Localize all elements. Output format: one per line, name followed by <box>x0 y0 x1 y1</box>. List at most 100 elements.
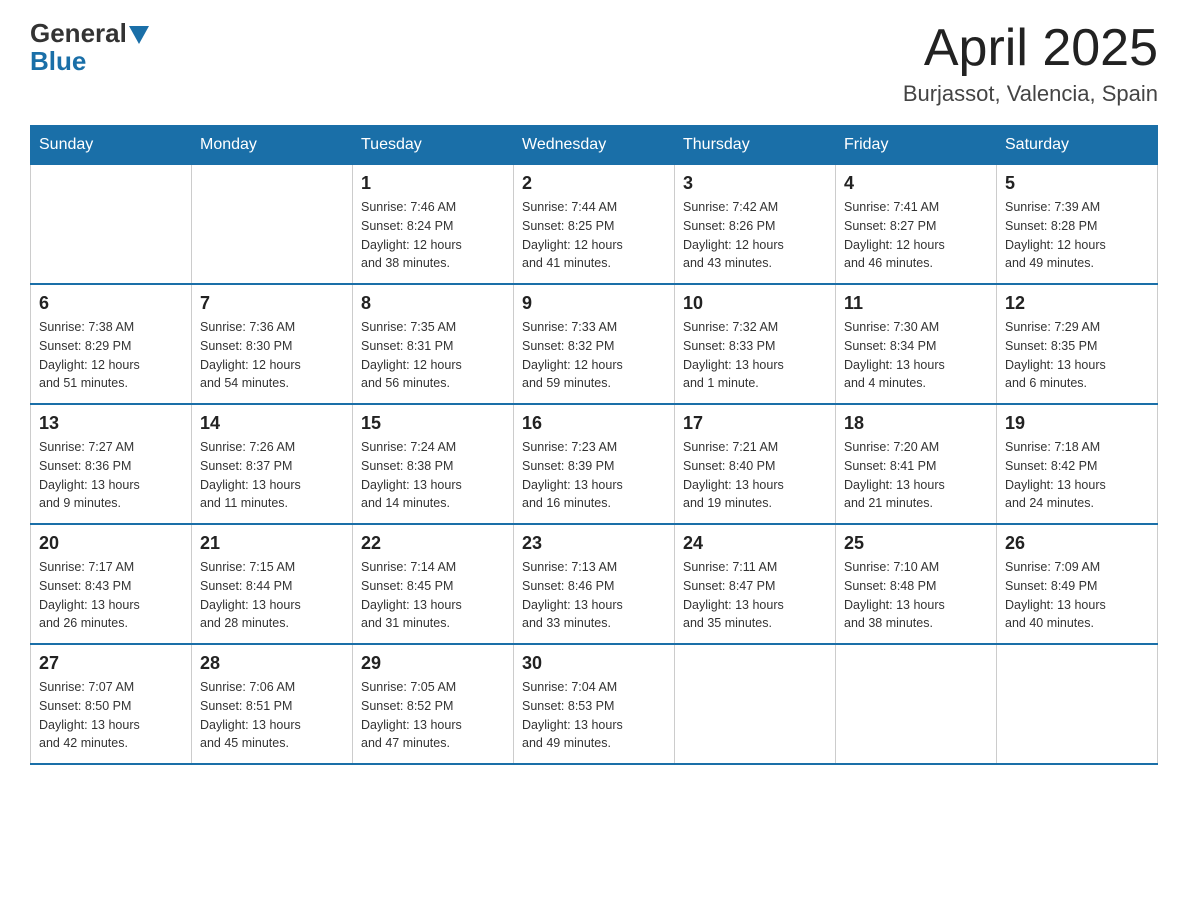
calendar-week-5: 27Sunrise: 7:07 AM Sunset: 8:50 PM Dayli… <box>31 644 1158 764</box>
calendar-cell: 26 Sunrise: 7:09 AM Sunset: 8:49 PM Dayli… <box>997 524 1158 644</box>
day-number: 2 <box>522 173 666 194</box>
calendar-cell: 10 Sunrise: 7:32 AM Sunset: 8:33 PM Dayli… <box>675 284 836 404</box>
calendar-cell: 16 Sunrise: 7:23 AM Sunset: 8:39 PM Dayli… <box>514 404 675 524</box>
day-info: Sunrise: 7:10 AM Sunset: 8:48 PM Dayligh… <box>844 558 988 633</box>
calendar-cell: 12Sunrise: 7:29 AM Sunset: 8:35 PM Dayli… <box>997 284 1158 404</box>
calendar-cell: 4 Sunrise: 7:41 AM Sunset: 8:27 PM Daylig… <box>836 165 997 285</box>
calendar-cell <box>192 165 353 285</box>
calendar-week-3: 13 Sunrise: 7:27 AM Sunset: 8:36 PM Dayli… <box>31 404 1158 524</box>
calendar-cell: 17 Sunrise: 7:21 AM Sunset: 8:40 PM Dayli… <box>675 404 836 524</box>
calendar-cell: 7Sunrise: 7:36 AM Sunset: 8:30 PM Daylig… <box>192 284 353 404</box>
logo: General Blue <box>30 20 151 77</box>
day-number: 4 <box>844 173 988 194</box>
title-area: April 2025 Burjassot, Valencia, Spain <box>903 20 1158 107</box>
day-info: Sunrise: 7:27 AM Sunset: 8:36 PM Dayligh… <box>39 438 183 513</box>
day-number: 13 <box>39 413 183 434</box>
calendar-week-2: 6 Sunrise: 7:38 AM Sunset: 8:29 PM Daylig… <box>31 284 1158 404</box>
day-info: Sunrise: 7:33 AM Sunset: 8:32 PM Dayligh… <box>522 318 666 393</box>
day-number: 15 <box>361 413 505 434</box>
day-number: 5 <box>1005 173 1149 194</box>
calendar-cell: 18 Sunrise: 7:20 AM Sunset: 8:41 PM Dayli… <box>836 404 997 524</box>
day-info: Sunrise: 7:30 AM Sunset: 8:34 PM Dayligh… <box>844 318 988 393</box>
location-title: Burjassot, Valencia, Spain <box>903 81 1158 107</box>
logo-triangle-icon <box>129 26 149 44</box>
page-header: General Blue April 2025 Burjassot, Valen… <box>30 20 1158 107</box>
calendar-cell: 5 Sunrise: 7:39 AM Sunset: 8:28 PM Daylig… <box>997 165 1158 285</box>
calendar-cell: 27Sunrise: 7:07 AM Sunset: 8:50 PM Dayli… <box>31 644 192 764</box>
day-info: Sunrise: 7:06 AM Sunset: 8:51 PM Dayligh… <box>200 678 344 753</box>
calendar-cell: 15 Sunrise: 7:24 AM Sunset: 8:38 PM Dayli… <box>353 404 514 524</box>
calendar-cell <box>997 644 1158 764</box>
day-info: Sunrise: 7:35 AM Sunset: 8:31 PM Dayligh… <box>361 318 505 393</box>
calendar-cell: 29 Sunrise: 7:05 AM Sunset: 8:52 PM Dayli… <box>353 644 514 764</box>
day-number: 9 <box>522 293 666 314</box>
calendar-week-4: 20Sunrise: 7:17 AM Sunset: 8:43 PM Dayli… <box>31 524 1158 644</box>
day-number: 14 <box>200 413 344 434</box>
day-info: Sunrise: 7:13 AM Sunset: 8:46 PM Dayligh… <box>522 558 666 633</box>
calendar-cell: 21 Sunrise: 7:15 AM Sunset: 8:44 PM Dayli… <box>192 524 353 644</box>
day-info: Sunrise: 7:05 AM Sunset: 8:52 PM Dayligh… <box>361 678 505 753</box>
day-number: 29 <box>361 653 505 674</box>
calendar-cell: 14Sunrise: 7:26 AM Sunset: 8:37 PM Dayli… <box>192 404 353 524</box>
calendar-cell <box>836 644 997 764</box>
calendar-cell: 8 Sunrise: 7:35 AM Sunset: 8:31 PM Daylig… <box>353 284 514 404</box>
weekday-header-row: Sunday Monday Tuesday Wednesday Thursday… <box>31 126 1158 165</box>
calendar-cell: 13 Sunrise: 7:27 AM Sunset: 8:36 PM Dayli… <box>31 404 192 524</box>
day-number: 25 <box>844 533 988 554</box>
calendar-cell: 22 Sunrise: 7:14 AM Sunset: 8:45 PM Dayli… <box>353 524 514 644</box>
logo-blue-text: Blue <box>30 46 86 76</box>
day-info: Sunrise: 7:42 AM Sunset: 8:26 PM Dayligh… <box>683 198 827 273</box>
day-info: Sunrise: 7:11 AM Sunset: 8:47 PM Dayligh… <box>683 558 827 633</box>
header-sunday: Sunday <box>31 126 192 165</box>
calendar-cell: 6 Sunrise: 7:38 AM Sunset: 8:29 PM Daylig… <box>31 284 192 404</box>
header-tuesday: Tuesday <box>353 126 514 165</box>
day-info: Sunrise: 7:09 AM Sunset: 8:49 PM Dayligh… <box>1005 558 1149 633</box>
calendar-cell: 23 Sunrise: 7:13 AM Sunset: 8:46 PM Dayli… <box>514 524 675 644</box>
day-number: 28 <box>200 653 344 674</box>
calendar-cell: 2Sunrise: 7:44 AM Sunset: 8:25 PM Daylig… <box>514 165 675 285</box>
day-number: 16 <box>522 413 666 434</box>
day-info: Sunrise: 7:15 AM Sunset: 8:44 PM Dayligh… <box>200 558 344 633</box>
day-number: 17 <box>683 413 827 434</box>
day-info: Sunrise: 7:21 AM Sunset: 8:40 PM Dayligh… <box>683 438 827 513</box>
day-info: Sunrise: 7:04 AM Sunset: 8:53 PM Dayligh… <box>522 678 666 753</box>
day-info: Sunrise: 7:23 AM Sunset: 8:39 PM Dayligh… <box>522 438 666 513</box>
day-info: Sunrise: 7:41 AM Sunset: 8:27 PM Dayligh… <box>844 198 988 273</box>
day-number: 19 <box>1005 413 1149 434</box>
day-info: Sunrise: 7:14 AM Sunset: 8:45 PM Dayligh… <box>361 558 505 633</box>
calendar-week-1: 1 Sunrise: 7:46 AM Sunset: 8:24 PM Daylig… <box>31 165 1158 285</box>
calendar-cell: 25 Sunrise: 7:10 AM Sunset: 8:48 PM Dayli… <box>836 524 997 644</box>
day-number: 26 <box>1005 533 1149 554</box>
header-saturday: Saturday <box>997 126 1158 165</box>
day-number: 6 <box>39 293 183 314</box>
day-number: 12 <box>1005 293 1149 314</box>
day-number: 11 <box>844 293 988 314</box>
calendar-cell: 9 Sunrise: 7:33 AM Sunset: 8:32 PM Daylig… <box>514 284 675 404</box>
calendar-cell: 24 Sunrise: 7:11 AM Sunset: 8:47 PM Dayli… <box>675 524 836 644</box>
day-info: Sunrise: 7:20 AM Sunset: 8:41 PM Dayligh… <box>844 438 988 513</box>
day-info: Sunrise: 7:38 AM Sunset: 8:29 PM Dayligh… <box>39 318 183 393</box>
day-info: Sunrise: 7:24 AM Sunset: 8:38 PM Dayligh… <box>361 438 505 513</box>
calendar-cell <box>675 644 836 764</box>
day-number: 8 <box>361 293 505 314</box>
day-number: 21 <box>200 533 344 554</box>
day-info: Sunrise: 7:32 AM Sunset: 8:33 PM Dayligh… <box>683 318 827 393</box>
day-number: 10 <box>683 293 827 314</box>
day-number: 22 <box>361 533 505 554</box>
day-number: 27 <box>39 653 183 674</box>
calendar-cell: 19Sunrise: 7:18 AM Sunset: 8:42 PM Dayli… <box>997 404 1158 524</box>
day-info: Sunrise: 7:39 AM Sunset: 8:28 PM Dayligh… <box>1005 198 1149 273</box>
calendar-table: Sunday Monday Tuesday Wednesday Thursday… <box>30 125 1158 765</box>
day-number: 1 <box>361 173 505 194</box>
day-info: Sunrise: 7:36 AM Sunset: 8:30 PM Dayligh… <box>200 318 344 393</box>
day-number: 18 <box>844 413 988 434</box>
day-number: 23 <box>522 533 666 554</box>
day-number: 30 <box>522 653 666 674</box>
calendar-cell <box>31 165 192 285</box>
day-number: 3 <box>683 173 827 194</box>
calendar-cell: 30 Sunrise: 7:04 AM Sunset: 8:53 PM Dayli… <box>514 644 675 764</box>
day-number: 24 <box>683 533 827 554</box>
calendar-cell: 11 Sunrise: 7:30 AM Sunset: 8:34 PM Dayli… <box>836 284 997 404</box>
day-info: Sunrise: 7:46 AM Sunset: 8:24 PM Dayligh… <box>361 198 505 273</box>
day-info: Sunrise: 7:17 AM Sunset: 8:43 PM Dayligh… <box>39 558 183 633</box>
